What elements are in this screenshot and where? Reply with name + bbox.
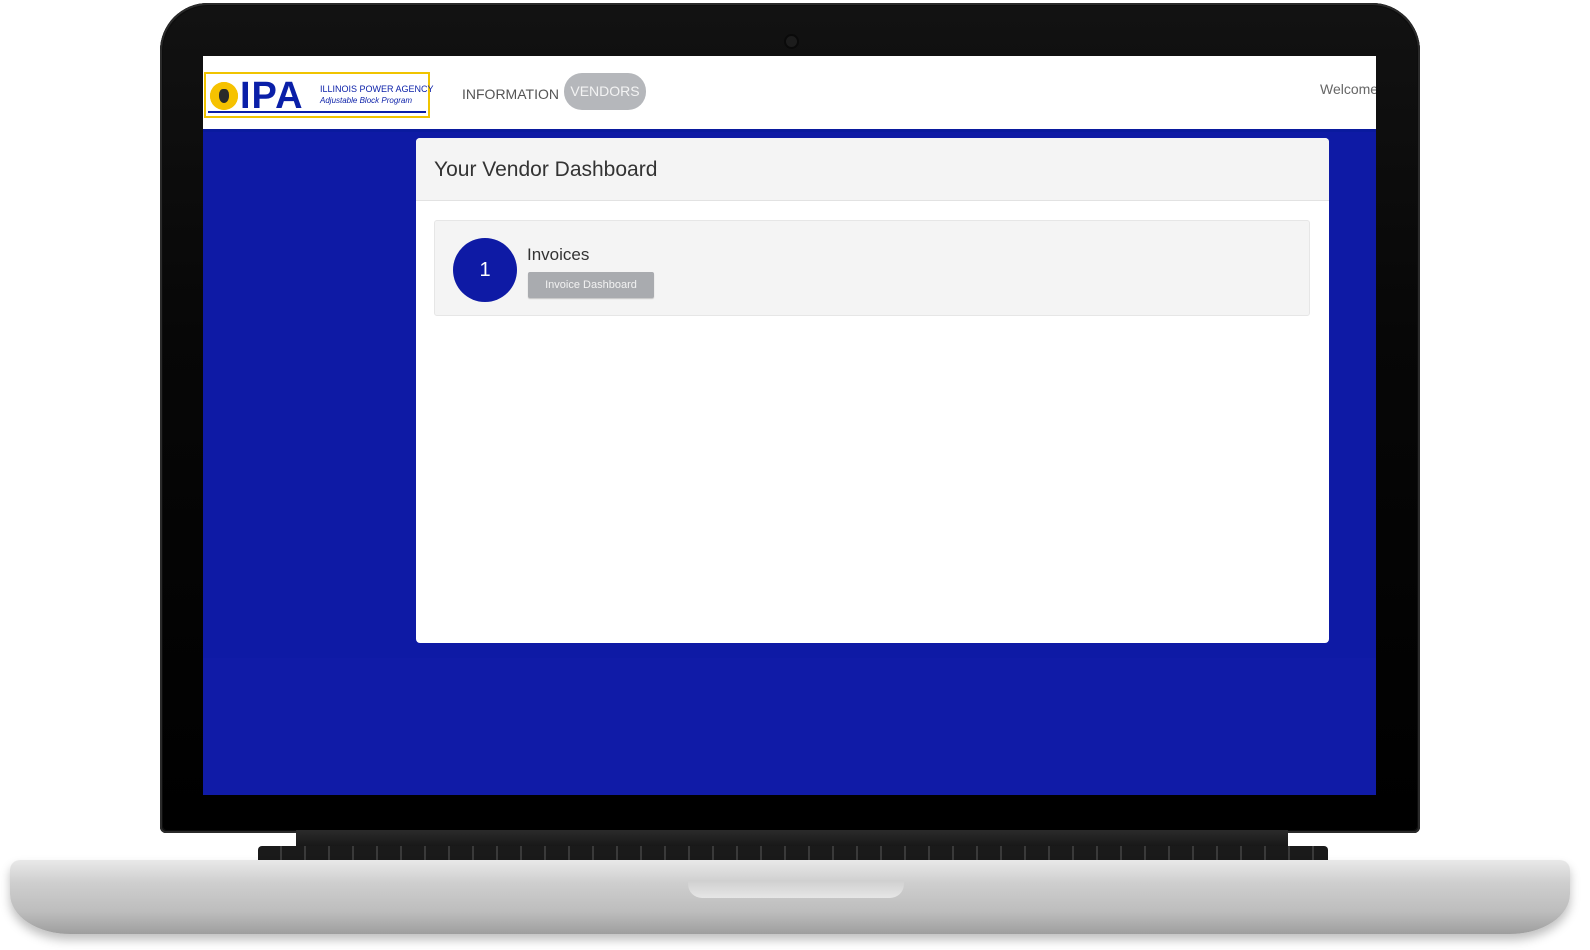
top-navbar: IPA ILLINOIS POWER AGENCY Adjustable Blo…	[203, 56, 1376, 132]
logo-underline	[208, 111, 426, 113]
logo-program-name: Adjustable Block Program	[320, 96, 413, 105]
vendor-dashboard-card: Your Vendor Dashboard 1 Invoices Invoice…	[416, 138, 1329, 643]
nav-item-information[interactable]: INFORMATION	[456, 76, 565, 112]
welcome-user-menu[interactable]: Welcome	[1320, 81, 1376, 97]
invoices-title: Invoices	[527, 245, 590, 264]
invoice-dashboard-button[interactable]: Invoice Dashboard	[528, 272, 654, 298]
footer-band	[203, 658, 1376, 795]
logo-agency-name: ILLINOIS POWER AGENCY	[320, 84, 434, 94]
ipa-logo[interactable]: IPA ILLINOIS POWER AGENCY Adjustable Blo…	[204, 72, 434, 118]
card-header: Your Vendor Dashboard	[416, 138, 1329, 201]
screen: IPA ILLINOIS POWER AGENCY Adjustable Blo…	[203, 56, 1376, 795]
invoice-count-badge: 1	[453, 238, 517, 302]
page-title: Your Vendor Dashboard	[434, 158, 658, 181]
invoices-tile: 1 Invoices Invoice Dashboard	[434, 220, 1310, 316]
laptop-notch	[688, 880, 904, 898]
sunflower-icon	[210, 82, 238, 110]
nav-item-vendors[interactable]: VENDORS	[564, 73, 646, 110]
camera-icon	[786, 36, 797, 47]
